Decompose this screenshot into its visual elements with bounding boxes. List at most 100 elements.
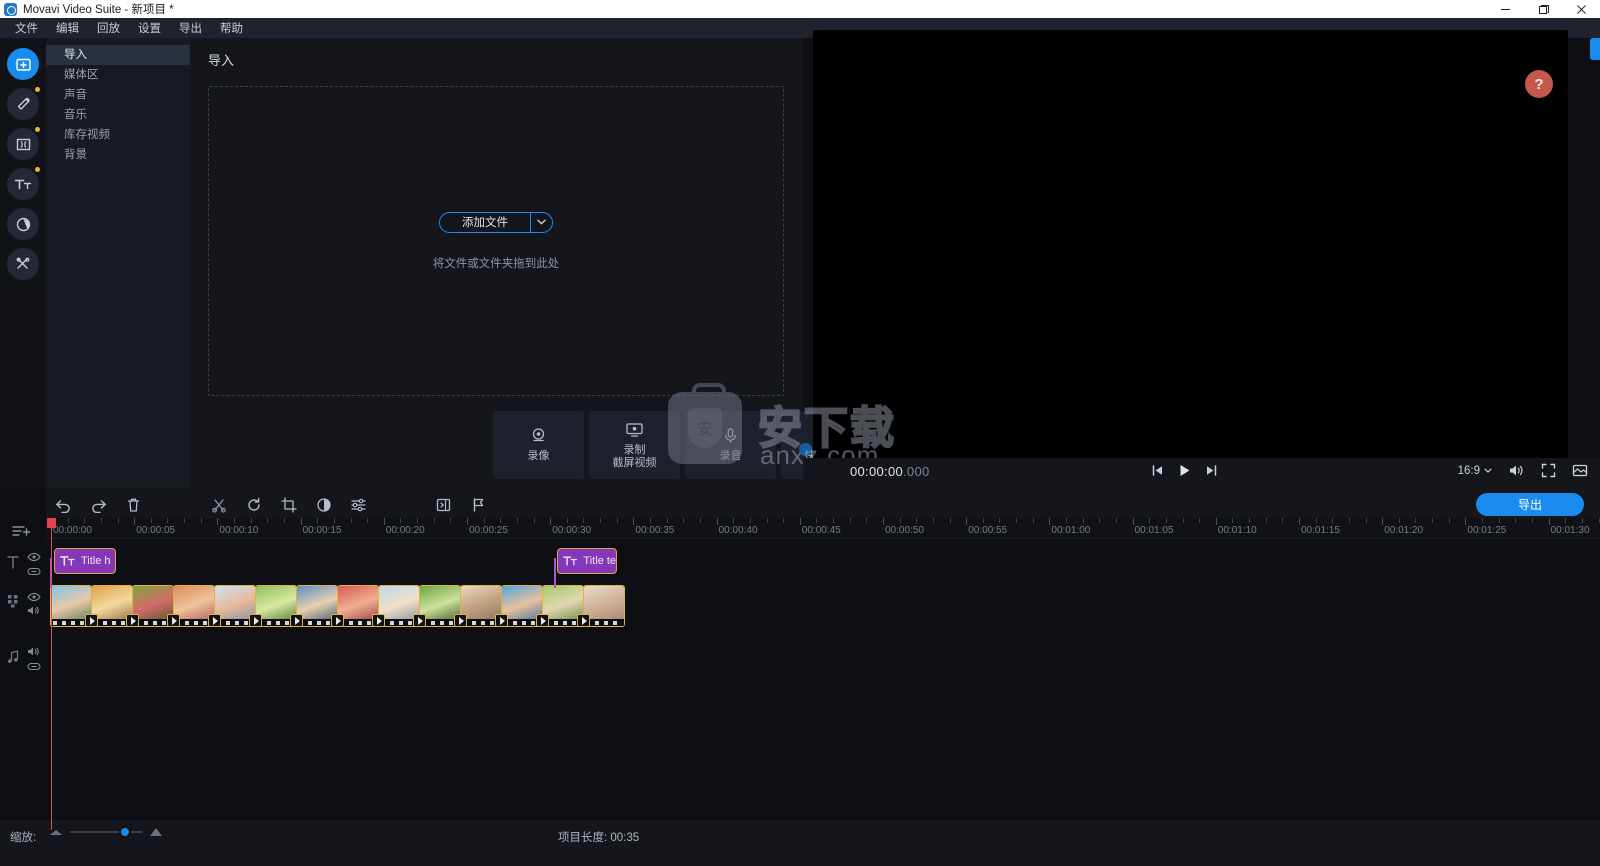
ruler-tick-major	[467, 518, 468, 525]
transition-marker[interactable]	[454, 614, 467, 627]
video-track-mute-toggle[interactable]	[27, 603, 41, 621]
menu-playback[interactable]: 回放	[88, 18, 129, 38]
transition-marker[interactable]	[126, 614, 139, 627]
fullscreen-icon[interactable]	[1541, 463, 1556, 478]
ruler-tick	[866, 518, 868, 523]
ruler-tick	[749, 518, 751, 523]
sidebar-item-media[interactable]: 媒体区	[46, 65, 190, 85]
transition-icon	[16, 138, 30, 150]
ruler-tick	[1332, 518, 1334, 523]
clip-props-button[interactable]	[426, 488, 461, 522]
playhead-knob[interactable]	[47, 518, 56, 528]
magic-wand-icon	[17, 97, 30, 110]
transitions-tab[interactable]	[7, 127, 40, 160]
ruler-tick-label: 00:00:50	[885, 525, 924, 536]
color-adjust-button[interactable]	[306, 488, 341, 522]
ruler-tick-major	[134, 518, 136, 525]
import-tab[interactable]	[7, 48, 39, 80]
menu-edit[interactable]: 编辑	[47, 18, 88, 38]
transition-marker[interactable]	[495, 614, 508, 627]
transition-marker[interactable]	[85, 614, 98, 627]
transition-marker[interactable]	[249, 614, 262, 627]
redo-button[interactable]	[81, 488, 116, 522]
text-tt-icon	[563, 556, 578, 566]
chevron-down-icon[interactable]	[530, 212, 552, 232]
play-icon[interactable]	[1177, 463, 1192, 478]
skip-previous-icon[interactable]	[1151, 464, 1164, 477]
ruler-tick	[1115, 518, 1117, 523]
maximize-icon[interactable]	[1524, 0, 1562, 18]
undo-button[interactable]	[46, 488, 81, 522]
ruler-tick	[833, 518, 835, 523]
transition-marker[interactable]	[290, 614, 303, 627]
filters-tab[interactable]	[7, 208, 39, 240]
split-button[interactable]	[201, 488, 236, 522]
title-track-link-toggle[interactable]	[27, 563, 41, 581]
transition-marker[interactable]	[208, 614, 221, 627]
record-webcam-button[interactable]: 录像	[493, 411, 584, 479]
transition-marker[interactable]	[331, 614, 344, 627]
sidebar-item-stock-video[interactable]: 库存视频	[46, 125, 190, 145]
transition-marker[interactable]	[413, 614, 426, 627]
transition-marker[interactable]	[577, 614, 590, 627]
record-screen-button[interactable]: 录制 截屏视频	[589, 411, 680, 479]
zoom-in-mountain-icon[interactable]	[150, 828, 162, 836]
transition-marker[interactable]	[536, 614, 549, 627]
title-clip[interactable]: Title h	[54, 548, 116, 574]
movavi-logo-icon	[4, 2, 17, 16]
titles-tab[interactable]	[7, 167, 40, 200]
export-button[interactable]: 导出	[1476, 493, 1584, 516]
ruler-tick	[683, 518, 685, 523]
menu-export[interactable]: 导出	[170, 18, 211, 38]
sidebar-item-music[interactable]: 音乐	[46, 105, 190, 125]
menu-help[interactable]: 帮助	[211, 18, 252, 38]
marker-button[interactable]	[461, 488, 496, 522]
flag-marker-icon	[473, 498, 484, 512]
window-controls	[1486, 0, 1600, 18]
skip-next-icon[interactable]	[1205, 464, 1218, 477]
side-panel-toggle[interactable]	[1590, 38, 1600, 60]
timeline-ruler[interactable]: 00:00:00 00:00:05 00:00:10 00:00:15 00:00:20…	[46, 518, 1600, 538]
ruler-tick	[783, 518, 785, 523]
ruler-tick-major	[550, 518, 552, 525]
transition-marker[interactable]	[372, 614, 385, 627]
delete-button[interactable]	[116, 488, 151, 522]
menu-settings[interactable]: 设置	[129, 18, 170, 38]
zoom-slider-thumb[interactable]	[119, 826, 131, 838]
title-clip[interactable]: Title te	[557, 548, 617, 574]
rotate-button[interactable]	[236, 488, 271, 522]
snapshot-icon[interactable]	[1572, 463, 1588, 478]
playhead[interactable]	[47, 518, 56, 830]
crop-button[interactable]	[271, 488, 306, 522]
preview-player[interactable]: ?	[813, 30, 1568, 458]
ruler-tick	[1365, 518, 1367, 523]
timeline-tracks[interactable]: Title h Title te	[46, 538, 1600, 820]
volume-icon[interactable]	[1508, 463, 1525, 478]
minimize-icon[interactable]	[1486, 0, 1524, 18]
aspect-ratio-select[interactable]: 16:9	[1458, 465, 1492, 477]
file-drop-zone[interactable]: 添加文件 将文件或文件夹拖到此处	[208, 86, 784, 396]
record-audio-button[interactable]: 录音	[685, 411, 776, 479]
sidebar-item-background[interactable]: 背景	[46, 145, 190, 165]
help-button[interactable]: ?	[1525, 70, 1553, 98]
sliders-icon	[351, 498, 366, 512]
title-track-icon	[7, 555, 19, 574]
add-track-icon[interactable]	[12, 524, 31, 544]
sidebar-item-sound[interactable]: 声音	[46, 85, 190, 105]
undo-icon	[56, 499, 70, 513]
ruler-tick-label: 00:01:00	[1051, 525, 1091, 536]
tools-tab[interactable]	[7, 248, 39, 280]
effects-tab[interactable]	[7, 87, 40, 120]
zoom-slider[interactable]	[50, 826, 162, 838]
properties-button[interactable]	[341, 488, 376, 522]
zoom-slider-track[interactable]	[70, 826, 142, 838]
audio-track-link-toggle[interactable]	[27, 658, 41, 676]
close-icon[interactable]	[1562, 0, 1600, 18]
sidebar-item-import[interactable]: 导入	[46, 45, 190, 65]
ruler-tick-label: 00:00:25	[469, 525, 508, 536]
transition-marker[interactable]	[167, 614, 180, 627]
add-files-button[interactable]: 添加文件	[440, 213, 530, 232]
zoom-out-mountain-icon[interactable]	[50, 829, 62, 835]
project-length-label: 项目长度: 00:35	[558, 832, 640, 844]
menu-file[interactable]: 文件	[6, 18, 47, 38]
